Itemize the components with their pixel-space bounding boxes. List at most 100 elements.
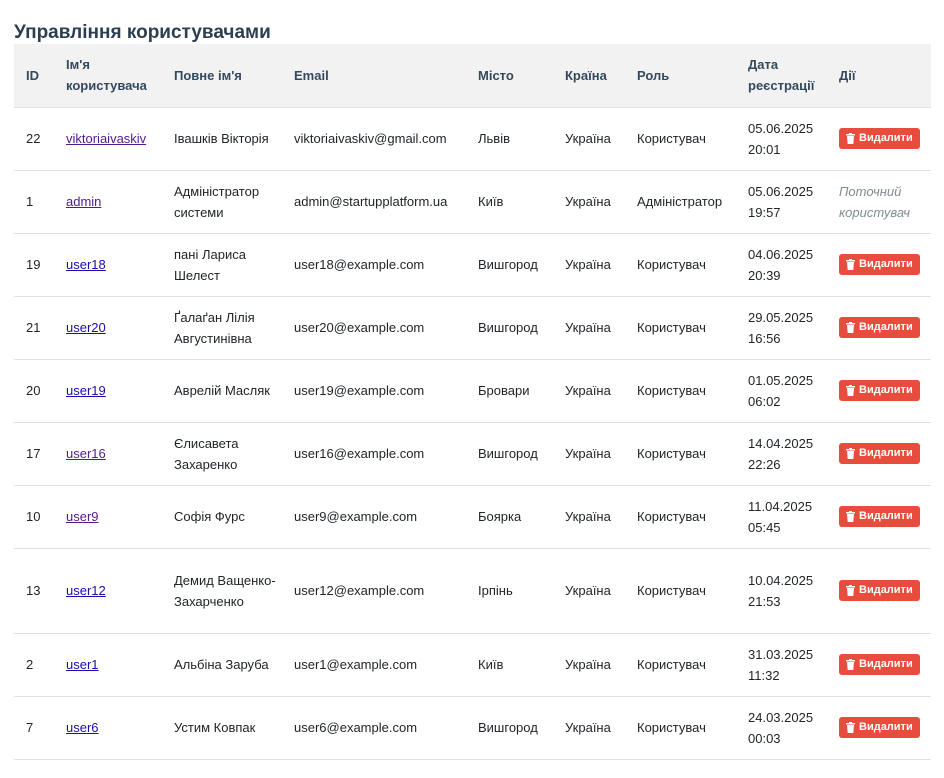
delete-button-label: Видалити (859, 321, 913, 333)
users-table: ID Ім'я користувача Повне ім'я Email Міс… (14, 44, 931, 760)
username-link[interactable]: user19 (66, 383, 106, 398)
cell-email: user18@example.com (282, 233, 466, 297)
registration-time: 20:39 (748, 267, 781, 283)
trash-icon (846, 384, 855, 396)
cell-email: user12@example.com (282, 548, 466, 634)
username-link[interactable]: user12 (66, 583, 106, 598)
cell-city: Бровари (466, 359, 553, 423)
registration-date: 11.04.2025 (748, 498, 813, 514)
cell-city: Вишгород (466, 422, 553, 486)
cell-actions: Видалити (827, 422, 931, 486)
cell-email: user6@example.com (282, 696, 466, 760)
registration-date: 05.06.2025 (748, 120, 814, 136)
delete-button-label: Видалити (859, 132, 913, 144)
trash-icon (846, 321, 855, 333)
trash-icon (846, 510, 855, 522)
registration-time: 06:02 (748, 393, 781, 409)
cell-role: Користувач (625, 548, 736, 634)
cell-role: Адміністратор (625, 170, 736, 234)
cell-full-name: Софія Фурс (162, 485, 282, 549)
registration-time: 22:26 (748, 456, 781, 472)
username-link[interactable]: user20 (66, 320, 106, 335)
cell-email: admin@startupplatform.ua (282, 170, 466, 234)
current-user-label: Поточний користувач (839, 183, 910, 220)
registration-time: 05:45 (748, 519, 781, 535)
cell-email: user19@example.com (282, 359, 466, 423)
cell-email: viktoriaivaskiv@gmail.com (282, 107, 466, 171)
delete-button-label: Видалити (859, 447, 913, 459)
cell-registration-date: 14.04.2025 22:26 (736, 422, 827, 486)
header-registration-date: Дата реєстрації (736, 44, 827, 108)
delete-button[interactable]: Видалити (839, 316, 920, 338)
cell-registration-date: 05.06.2025 20:01 (736, 107, 827, 171)
registration-date: 10.04.2025 (748, 572, 814, 588)
table-body: 22 viktoriaivaskiv Івашків Вікторія vikt… (14, 107, 931, 760)
cell-city: Вишгород (466, 696, 553, 760)
cell-actions: Видалити (827, 696, 931, 760)
username-link[interactable]: user1 (66, 657, 99, 672)
cell-role: Користувач (625, 296, 736, 360)
page-title: Управління користувачами (14, 22, 271, 43)
cell-registration-date: 11.04.2025 05:45 (736, 485, 827, 549)
username-link[interactable]: user18 (66, 257, 106, 272)
delete-button[interactable]: Видалити (839, 716, 920, 738)
cell-role: Користувач (625, 422, 736, 486)
header-id: ID (14, 44, 54, 108)
cell-actions: Видалити (827, 548, 931, 634)
cell-city: Боярка (466, 485, 553, 549)
cell-id: 1 (14, 170, 54, 234)
cell-actions: Видалити (827, 633, 931, 697)
delete-button-label: Видалити (859, 658, 913, 670)
delete-button[interactable]: Видалити (839, 653, 920, 675)
delete-button[interactable]: Видалити (839, 379, 920, 401)
cell-registration-date: 05.06.2025 19:57 (736, 170, 827, 234)
registration-date: 04.06.2025 (748, 246, 814, 262)
cell-country: Україна (553, 485, 625, 549)
page-container: Управління користувачами ID Ім'я користу… (0, 0, 944, 760)
cell-actions: Поточний користувач (827, 170, 931, 234)
username-link[interactable]: admin (66, 194, 101, 209)
username-link[interactable]: viktoriaivaskiv (66, 131, 146, 146)
cell-country: Україна (553, 359, 625, 423)
header-actions: Дії (827, 44, 931, 108)
table-row: 10 user9 Софія Фурс user9@example.com Бо… (14, 485, 931, 549)
delete-button[interactable]: Видалити (839, 505, 920, 527)
delete-button[interactable]: Видалити (839, 127, 920, 149)
cell-city: Київ (466, 170, 553, 234)
registration-date: 14.04.2025 (748, 435, 814, 451)
cell-actions: Видалити (827, 359, 931, 423)
trash-icon (846, 258, 855, 270)
cell-country: Україна (553, 170, 625, 234)
cell-role: Користувач (625, 359, 736, 423)
username-link[interactable]: user16 (66, 446, 106, 461)
registration-date: 24.03.2025 (748, 709, 814, 725)
cell-full-name: Устим Ковпак (162, 696, 282, 760)
cell-registration-date: 10.04.2025 21:53 (736, 548, 827, 634)
table-row: 2 user1 Альбіна Заруба user1@example.com… (14, 633, 931, 697)
cell-actions: Видалити (827, 296, 931, 360)
registration-date: 01.05.2025 (748, 372, 814, 388)
header-city: Місто (466, 44, 553, 108)
delete-button[interactable]: Видалити (839, 442, 920, 464)
delete-button-label: Видалити (859, 721, 913, 733)
registration-time: 21:53 (748, 593, 781, 609)
username-link[interactable]: user6 (66, 720, 99, 735)
delete-button[interactable]: Видалити (839, 253, 920, 275)
cell-full-name: Єлисавета Захаренко (162, 422, 282, 486)
trash-icon (846, 132, 855, 144)
cell-id: 22 (14, 107, 54, 171)
username-link[interactable]: user9 (66, 509, 99, 524)
cell-role: Користувач (625, 233, 736, 297)
table-row: 19 user18 пані Лариса Шелест user18@exam… (14, 233, 931, 297)
cell-full-name: Альбіна Заруба (162, 633, 282, 697)
cell-role: Користувач (625, 107, 736, 171)
delete-button[interactable]: Видалити (839, 579, 920, 601)
cell-id: 17 (14, 422, 54, 486)
cell-id: 19 (14, 233, 54, 297)
cell-city: Вишгород (466, 233, 553, 297)
delete-button-label: Видалити (859, 384, 913, 396)
cell-city: Київ (466, 633, 553, 697)
delete-button-label: Видалити (859, 510, 913, 522)
registration-date: 31.03.2025 (748, 646, 814, 662)
registration-date: 29.05.2025 (748, 309, 814, 325)
